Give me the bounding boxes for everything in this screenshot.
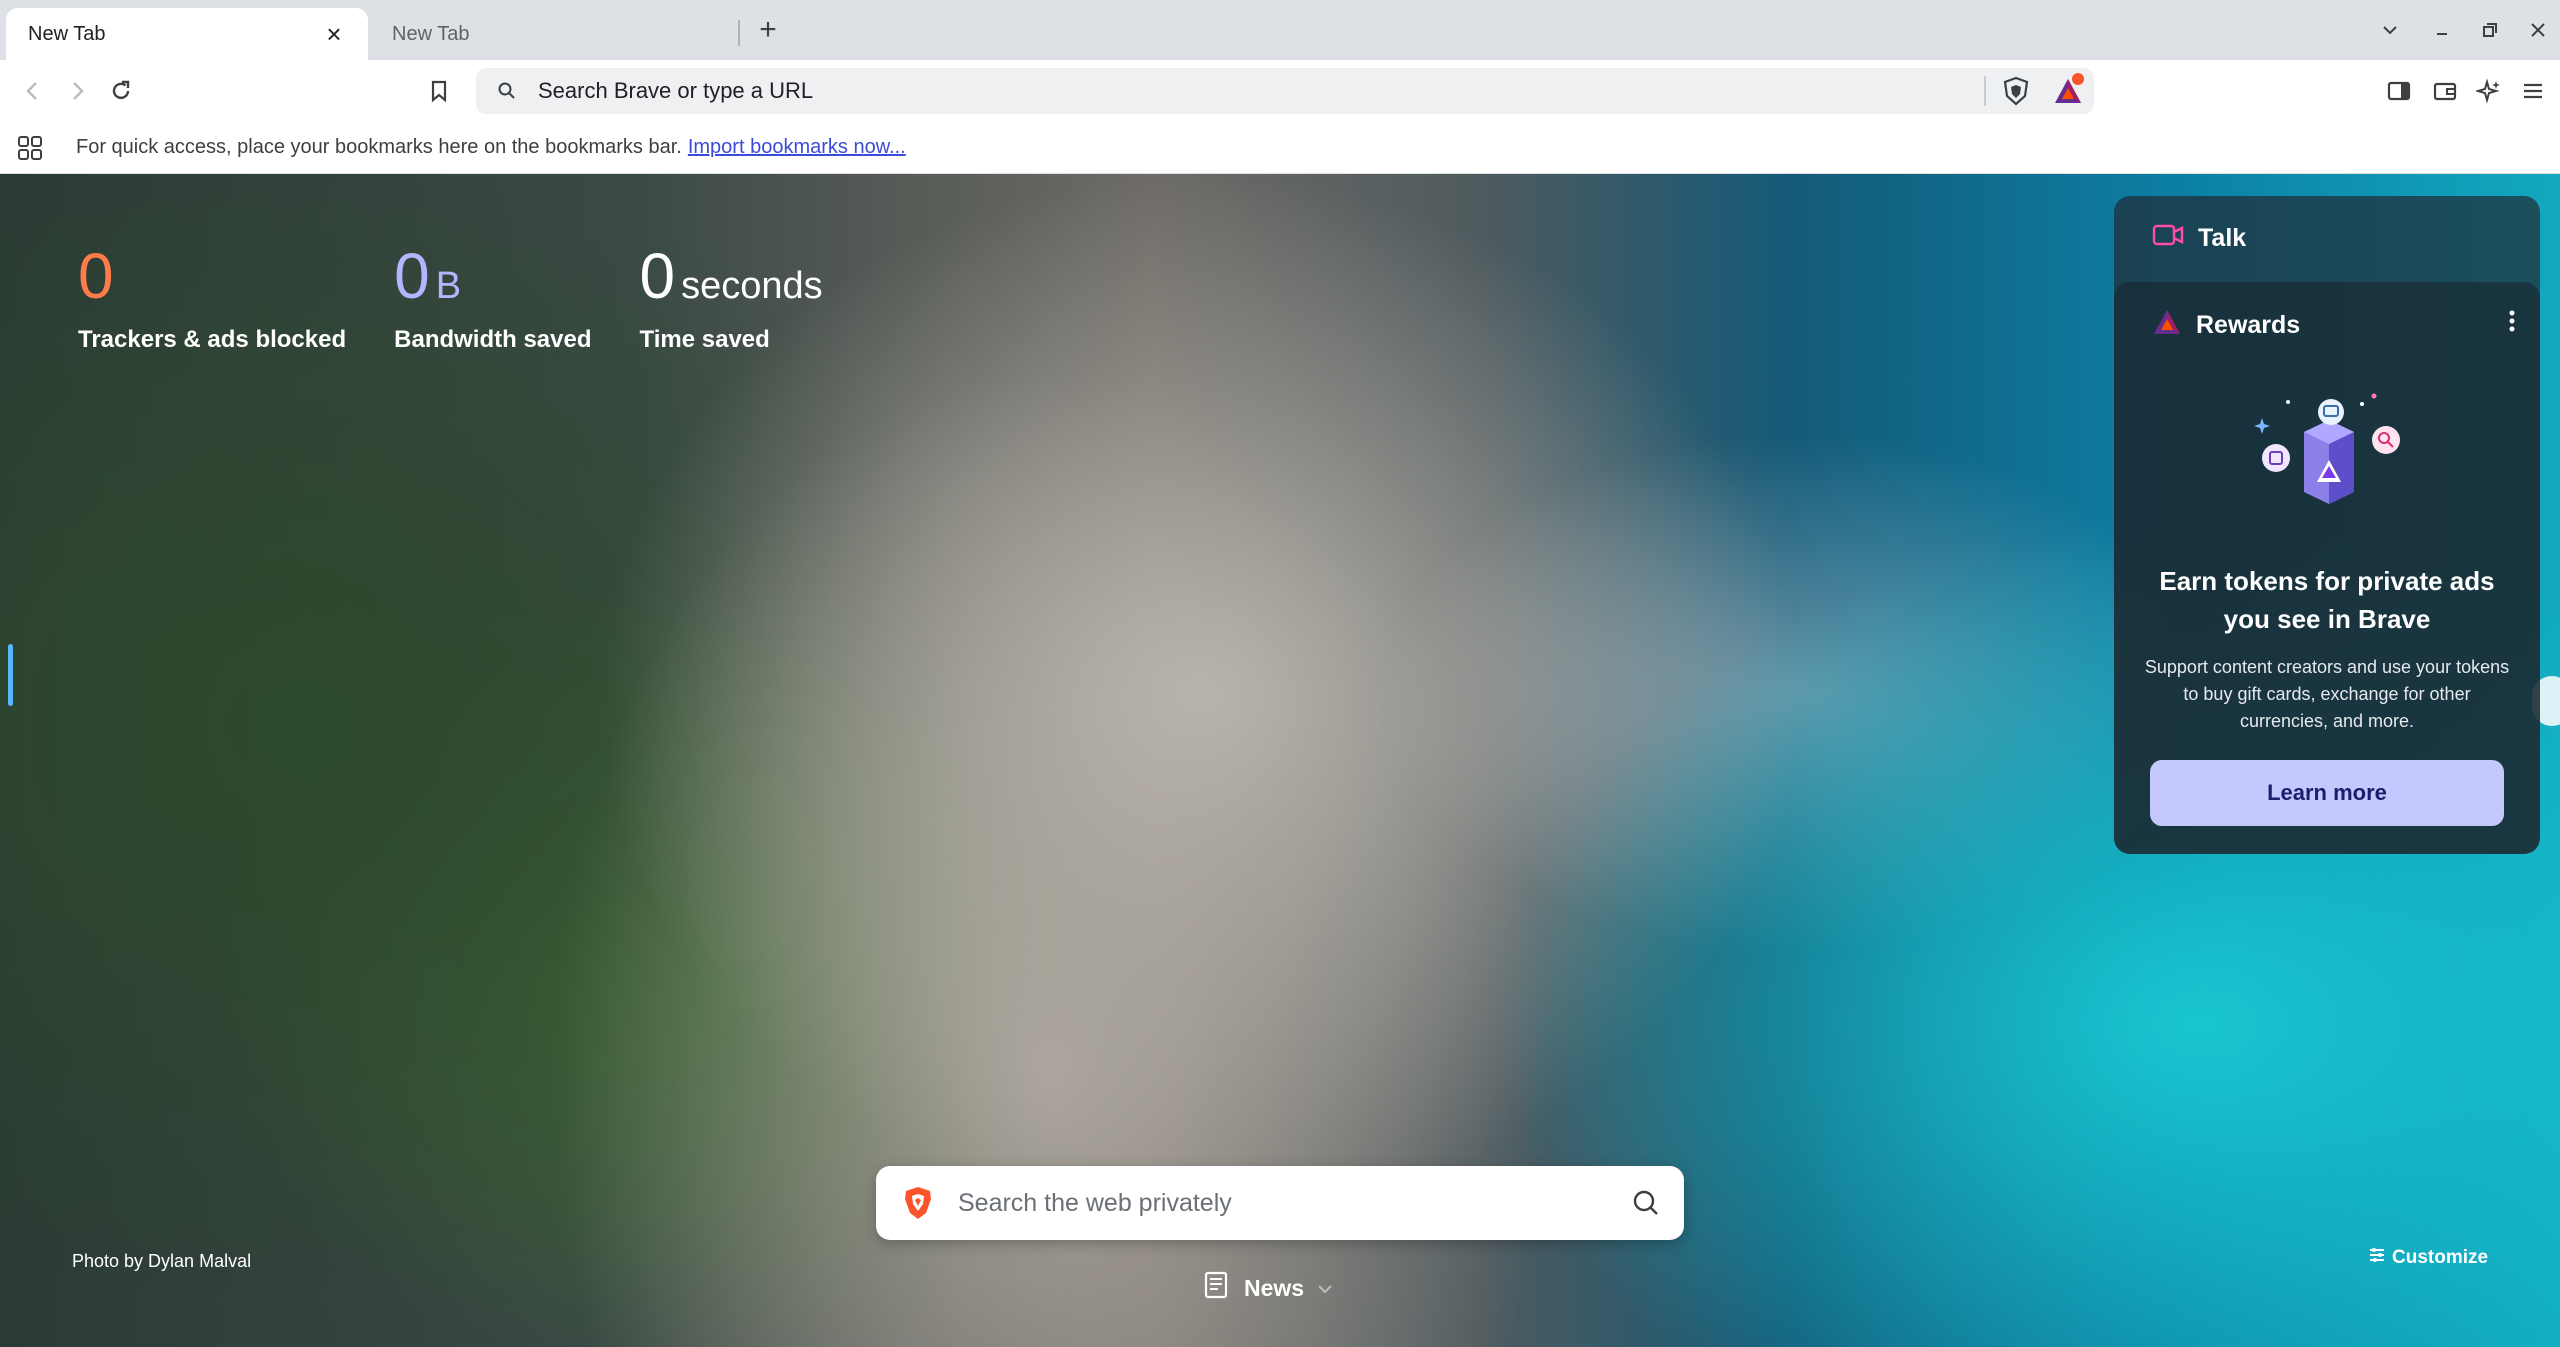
menu-icon[interactable] [2514, 72, 2552, 110]
window-close-icon[interactable] [2522, 14, 2554, 46]
stat-bandwidth-saved: 0B Bandwidth saved [394, 244, 591, 354]
stat-time-saved: 0 seconds Time saved [640, 244, 823, 354]
bookmarks-bar-message: For quick access, place your bookmarks h… [76, 136, 682, 158]
photo-credit[interactable]: Photo by Dylan Malval [72, 1251, 251, 1272]
divider [1984, 76, 1986, 106]
customize-label: Customize [2392, 1247, 2489, 1268]
stat-value: 0 [78, 240, 114, 312]
news-icon [1202, 1270, 1232, 1306]
address-bar[interactable] [476, 68, 2094, 114]
stat-label: Time saved [639, 326, 770, 353]
stat-value: 0 [639, 240, 676, 312]
chevron-down-icon[interactable] [2374, 14, 2406, 46]
stat-label: Bandwidth saved [394, 326, 592, 353]
tab-new-tab[interactable]: New Tab [370, 8, 740, 60]
talk-icon [2152, 222, 2184, 255]
news-label: News [1244, 1274, 1305, 1301]
restore-icon[interactable] [2474, 14, 2506, 46]
plus-icon[interactable]: + [752, 13, 784, 46]
rewards-header: Rewards [2152, 308, 2300, 343]
stat-unit: seconds [681, 265, 823, 307]
customize-icon [2368, 1247, 2386, 1269]
news-button[interactable]: News [1202, 1268, 1334, 1308]
rewards-description: Support content creators and use your to… [2144, 657, 2510, 731]
minimize-icon[interactable] [2426, 14, 2458, 46]
tab-separator [738, 20, 740, 46]
rewards-card: Rewards Earn tokens for private ads you … [2114, 282, 2540, 854]
tab-title: New Tab [28, 22, 106, 45]
bookmark-icon[interactable] [420, 72, 458, 110]
back-icon[interactable] [14, 72, 52, 110]
bat-rewards-icon[interactable] [2048, 71, 2088, 111]
tab-new-tab-active[interactable]: New Tab × [6, 8, 368, 60]
talk-label: Talk [2198, 224, 2247, 252]
chevron-down-icon [1316, 1275, 1334, 1302]
stat-trackers-blocked: 0 Trackers & ads blocked [78, 244, 346, 354]
widget-stack: Talk Rewards Earn tokens for private ads… [2114, 196, 2540, 854]
stats-panel: 0 Trackers & ads blocked 0B Bandwidth sa… [78, 244, 823, 354]
brave-lion-icon [898, 1183, 938, 1223]
stat-value: 0 [394, 240, 430, 312]
new-tab-page: 0 Trackers & ads blocked 0B Bandwidth sa… [0, 174, 2560, 1347]
stat-label: Trackers & ads blocked [78, 326, 347, 353]
leo-ai-icon[interactable] [2470, 72, 2508, 110]
magnifier-icon[interactable] [1616, 1173, 1676, 1233]
rewards-illustration [2244, 382, 2414, 522]
import-bookmarks-link[interactable]: Import bookmarks now... [688, 136, 906, 159]
apps-grid-icon[interactable] [10, 128, 50, 168]
learn-more-button[interactable]: Learn more [2150, 760, 2504, 826]
notification-dot [2072, 73, 2084, 85]
wallet-icon[interactable] [2426, 72, 2464, 110]
forward-icon[interactable] [58, 72, 96, 110]
web-search-box[interactable] [876, 1166, 1684, 1240]
rewards-label: Rewards [2196, 311, 2301, 339]
tab-title: New Tab [392, 22, 470, 45]
sidebar-icon[interactable] [2380, 72, 2418, 110]
toolbar [0, 60, 2560, 122]
rewards-icon [2152, 308, 2182, 343]
sidebar-drag-handle[interactable] [8, 644, 13, 706]
brave-shield-icon[interactable] [1996, 71, 2036, 111]
address-input[interactable] [530, 68, 1974, 114]
web-search-input[interactable] [938, 1168, 1616, 1238]
customize-button[interactable]: Customize [2368, 1247, 2488, 1269]
bookmarks-bar: For quick access, place your bookmarks h… [0, 122, 2560, 174]
close-icon[interactable]: × [322, 19, 346, 49]
tab-strip: New Tab × New Tab + [0, 0, 2560, 60]
kebab-menu-icon[interactable] [2498, 304, 2526, 338]
search-icon [484, 68, 530, 114]
reload-icon[interactable] [102, 72, 140, 110]
talk-widget[interactable]: Talk [2152, 222, 2246, 255]
stat-unit: B [435, 265, 462, 307]
rewards-title: Earn tokens for private ads you see in B… [2159, 566, 2495, 634]
